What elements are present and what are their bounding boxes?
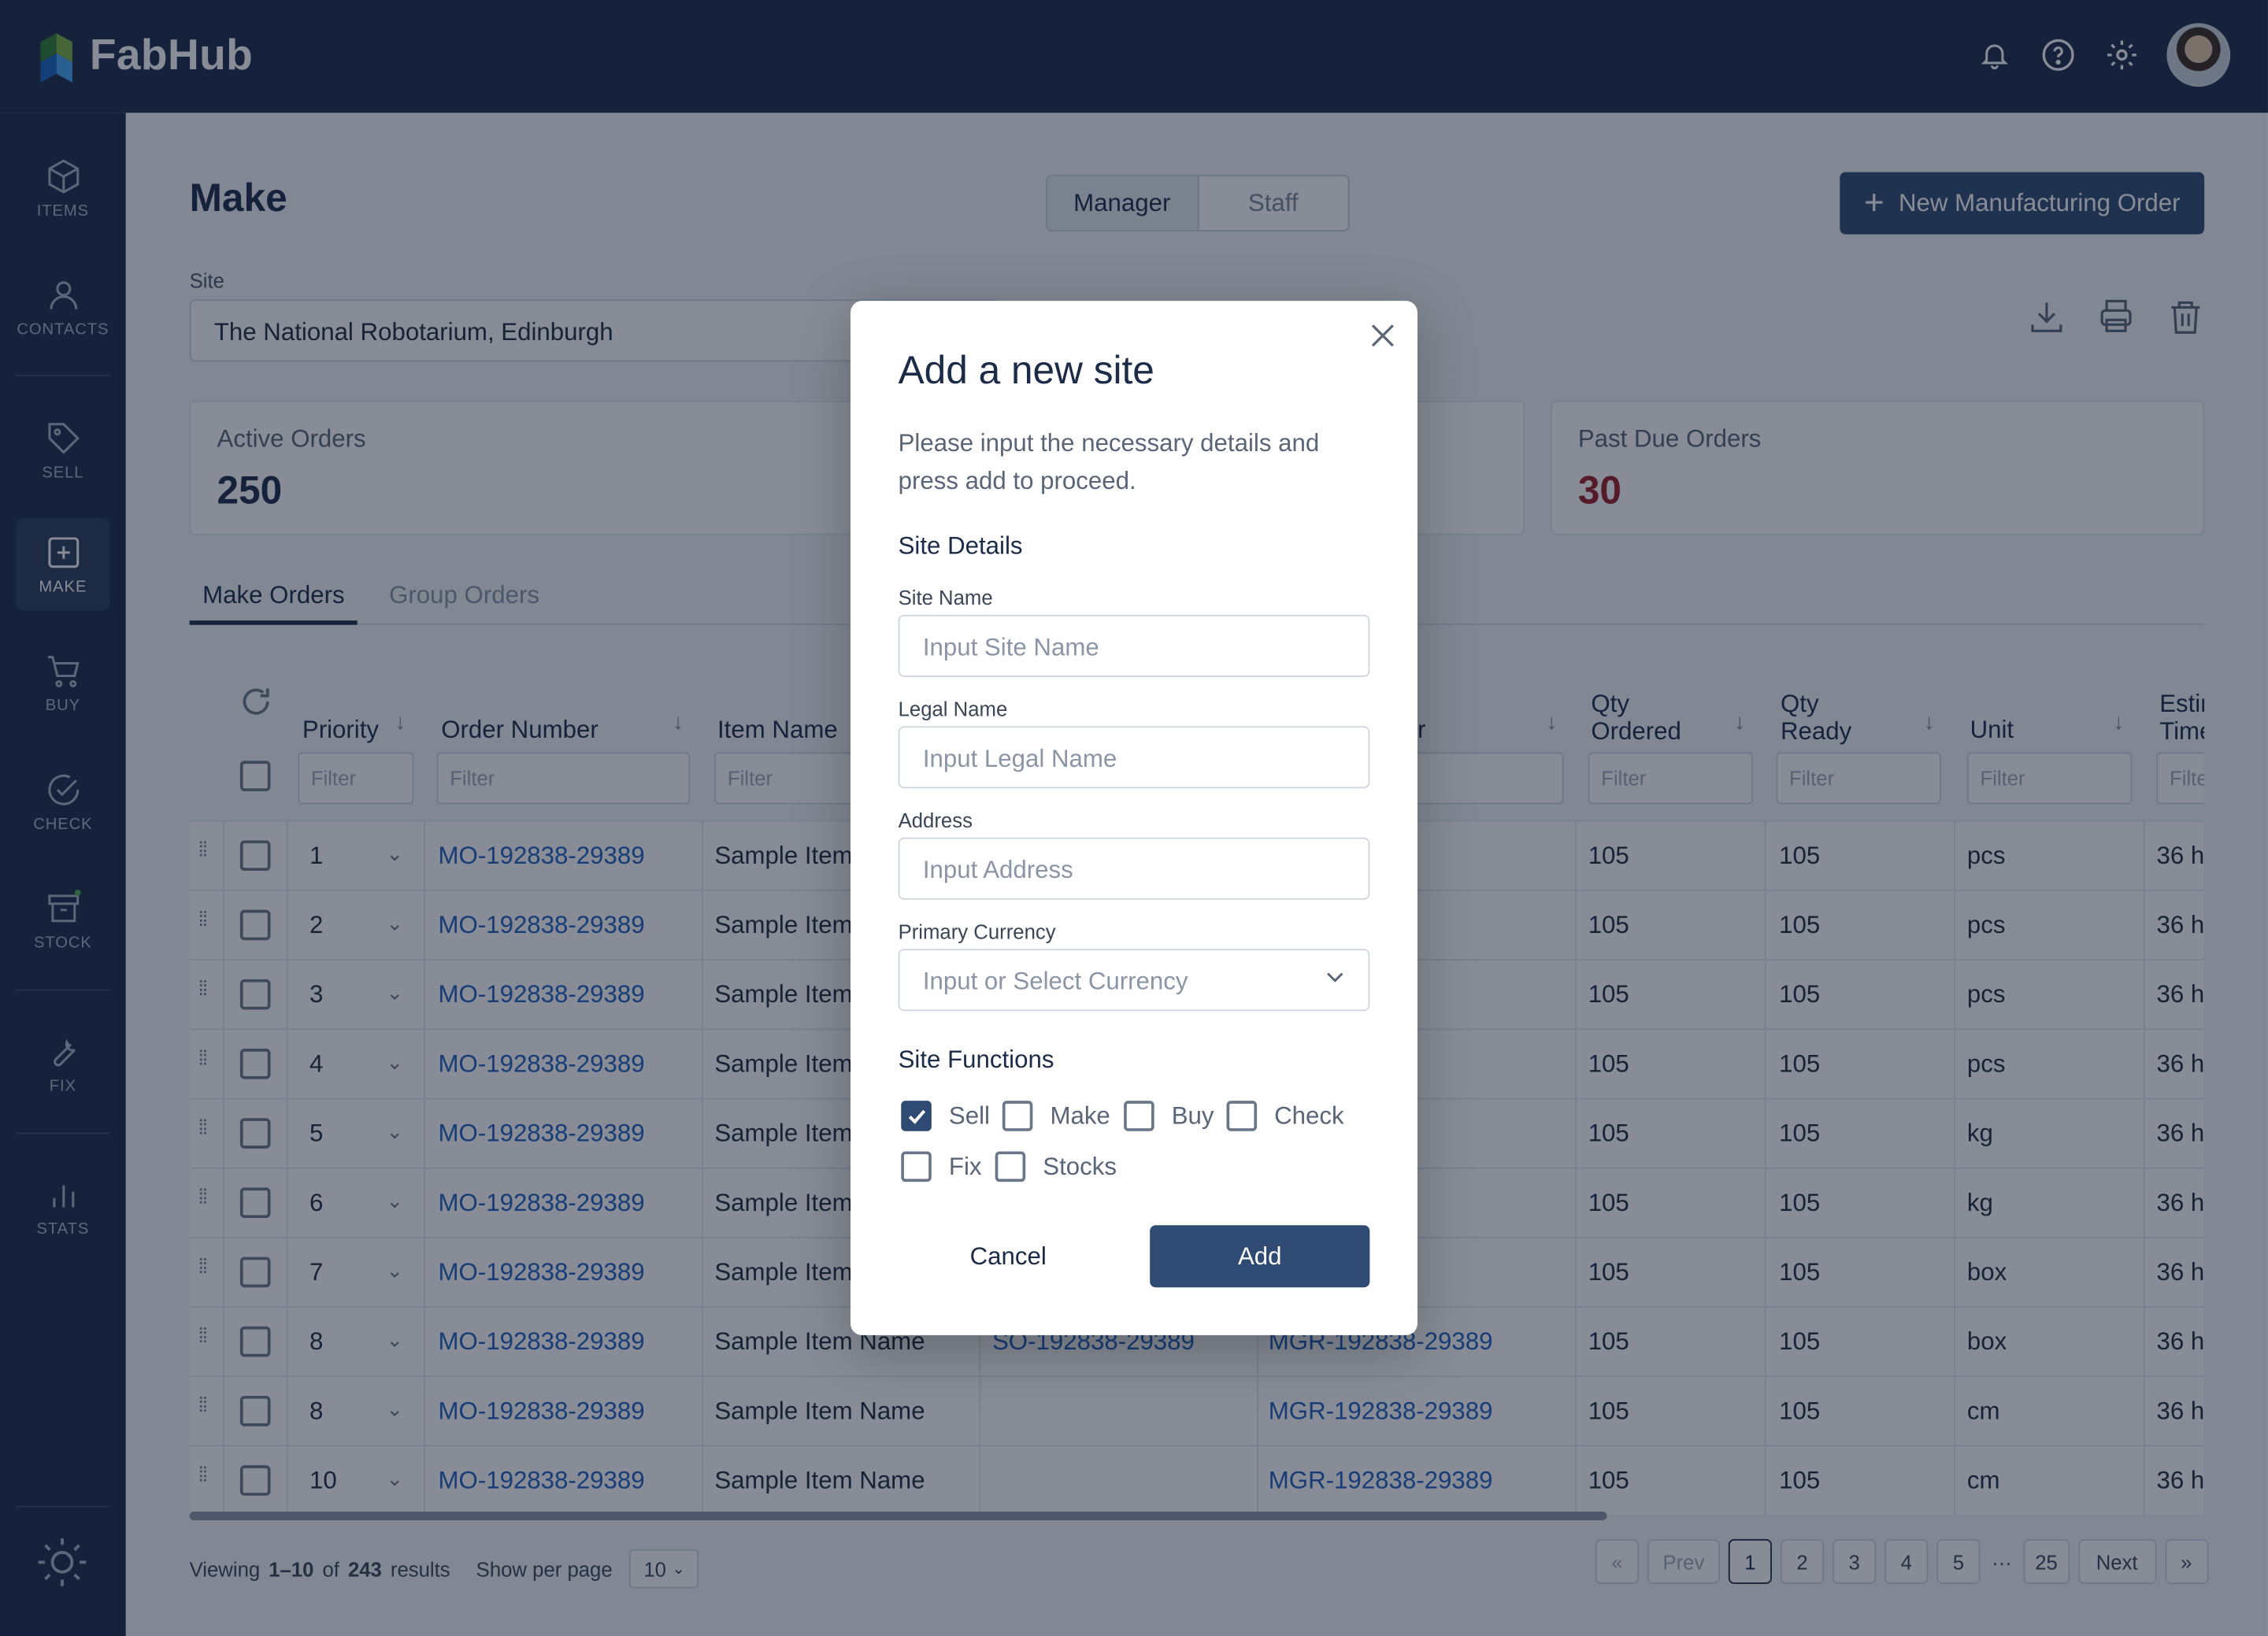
cancel-button[interactable]: Cancel [898, 1225, 1118, 1288]
checkbox-label: Sell [948, 1101, 990, 1130]
check-icon [907, 1109, 925, 1123]
dialog-title: Add a new site [898, 348, 1154, 392]
checkbox-box [1226, 1101, 1258, 1131]
checkbox-label: Make [1050, 1101, 1110, 1130]
address-input[interactable]: Input Address [898, 837, 1370, 900]
checkbox-box [901, 1101, 932, 1131]
function-check-checkbox[interactable]: Check [1226, 1101, 1344, 1131]
site-details-heading: Site Details [898, 532, 1023, 561]
close-icon[interactable] [1369, 321, 1398, 350]
currency-placeholder: Input or Select Currency [922, 968, 1188, 996]
function-make-checkbox[interactable]: Make [1002, 1101, 1110, 1131]
chevron-down-icon [1327, 972, 1343, 983]
function-sell-checkbox[interactable]: Sell [901, 1101, 990, 1131]
currency-select[interactable]: Input or Select Currency [898, 949, 1370, 1012]
add-button[interactable]: Add [1150, 1225, 1370, 1288]
checkbox-label: Stocks [1043, 1152, 1117, 1180]
function-fix-checkbox[interactable]: Fix [901, 1151, 982, 1183]
legal-name-input[interactable]: Input Legal Name [898, 726, 1370, 789]
site-name-label: Site Name [898, 586, 993, 609]
function-stocks-checkbox[interactable]: Stocks [995, 1151, 1117, 1183]
add-site-dialog: Add a new site Please input the necessar… [850, 301, 1418, 1335]
checkbox-box [1124, 1101, 1154, 1131]
site-functions-heading: Site Functions [898, 1046, 1054, 1074]
checkbox-box [901, 1151, 932, 1183]
checkbox-label: Fix [948, 1152, 982, 1180]
site-name-input[interactable]: Input Site Name [898, 614, 1370, 677]
currency-label: Primary Currency [898, 920, 1056, 943]
checkbox-label: Buy [1171, 1101, 1214, 1130]
checkbox-box [995, 1151, 1026, 1183]
address-label: Address [898, 809, 973, 832]
checkbox-label: Check [1274, 1101, 1344, 1130]
dialog-description: Please input the necessary details and p… [898, 429, 1320, 495]
checkbox-box [1002, 1101, 1033, 1131]
legal-name-label: Legal Name [898, 697, 1008, 720]
function-buy-checkbox[interactable]: Buy [1124, 1101, 1214, 1131]
